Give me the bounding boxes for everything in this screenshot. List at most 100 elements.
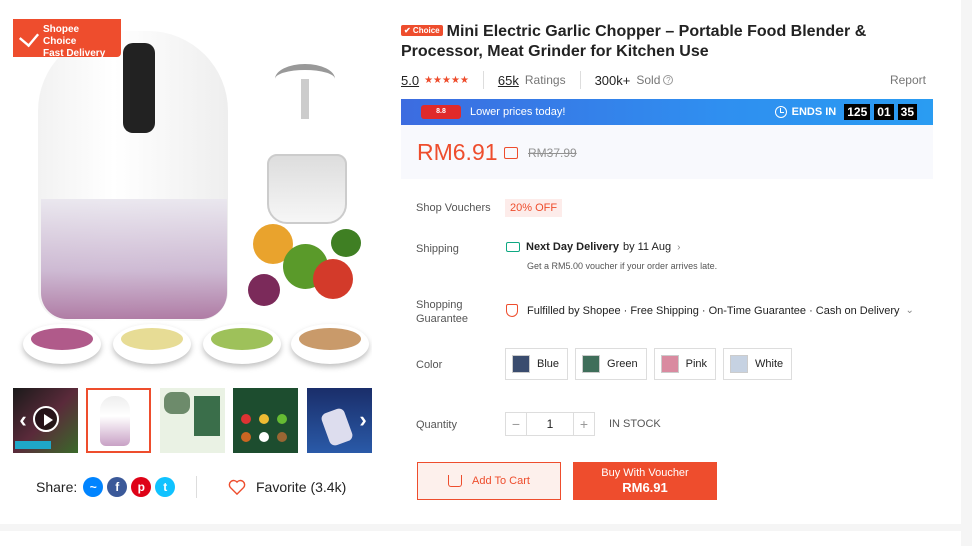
buy-label: Buy With Voucher — [601, 467, 689, 479]
chevron-right-icon: › — [677, 241, 681, 253]
quantity-input[interactable]: 1 — [527, 412, 573, 436]
thumbnail-prev-arrow[interactable]: ‹ — [13, 408, 33, 432]
price-box: RM6.91 RM37.99 — [401, 125, 933, 179]
shipping-sub: Get a RM5.00 voucher if your order arriv… — [527, 261, 718, 271]
flash-sale-text: Lower prices today! — [470, 106, 566, 118]
thumb-dot — [241, 432, 251, 442]
shipping-info[interactable]: Next Day Delivery by 11 Aug › — [506, 241, 680, 253]
thumb-blade-illustration — [319, 406, 355, 448]
share-row: Share: ~ f p t — [36, 475, 176, 499]
voucher-label: Shop Vouchers — [416, 202, 491, 214]
buy-price: RM6.91 — [622, 480, 668, 495]
share-divider — [196, 476, 197, 498]
rating-value[interactable]: 5.0 — [401, 73, 419, 88]
thumb-green-chopper-illustration — [164, 392, 190, 414]
sold-count: 300k+ — [594, 72, 631, 88]
flash-sale-bar: 8.8 Lower prices today! ENDS IN 125 01 3… — [401, 99, 933, 125]
main-product-image[interactable]: Shopee Choice Fast Delivery — [13, 19, 372, 378]
ratings-label: Ratings — [524, 73, 566, 87]
help-icon[interactable]: ? — [663, 75, 674, 85]
thumbnail-image[interactable] — [233, 388, 298, 453]
sold-label: Sold — [636, 73, 661, 87]
swatch-image — [660, 355, 679, 373]
rating-row: 5.0 ★★★★★ 65k Ratings 300k+ Sold ? Repor… — [401, 71, 931, 89]
ends-label: ENDS IN — [791, 106, 837, 118]
guarantee-text: Fulfilled by Shopee · Free Shipping · On… — [527, 304, 900, 317]
chopper-bowl-illustration — [41, 199, 227, 319]
countdown-minutes: 01 — [874, 104, 894, 120]
choice-tag: ✔ Choice — [401, 25, 443, 36]
shield-icon — [506, 304, 518, 317]
thumb-dot — [259, 414, 269, 424]
campaign-logo: 8.8 — [421, 105, 461, 119]
vegetable-illustration — [313, 259, 353, 299]
thumbnail-next-arrow[interactable]: › — [353, 408, 373, 432]
shopee-choice-badge: Shopee Choice Fast Delivery — [13, 19, 121, 59]
countdown-hours: 125 — [844, 104, 871, 120]
thumb-dot — [277, 414, 287, 424]
report-link[interactable]: Report — [890, 73, 926, 87]
product-card: Shopee Choice Fast Delivery ‹ › Share: ~… — [0, 0, 961, 524]
play-icon — [33, 406, 59, 432]
chevron-down-icon: ⌄ — [905, 305, 914, 316]
price-tag-icon — [504, 147, 518, 159]
color-name: Blue — [537, 358, 560, 370]
pinterest-icon[interactable]: p — [131, 477, 152, 497]
color-name: White — [755, 358, 784, 370]
thumbnail-image[interactable] — [160, 388, 225, 453]
increase-button[interactable]: + — [573, 412, 595, 436]
stock-status: IN STOCK — [609, 418, 661, 430]
bowl-illustration — [113, 324, 191, 364]
color-option-white[interactable]: White — [723, 348, 793, 380]
countdown: ENDS IN 125 01 35 — [774, 104, 933, 120]
quantity-label: Quantity — [416, 419, 457, 431]
thumb-dot — [259, 432, 269, 442]
quantity-stepper: − 1 + IN STOCK — [505, 412, 661, 436]
color-options: Blue Green Pink White — [505, 348, 799, 380]
voucher-chip[interactable]: 20% OFF — [505, 199, 563, 217]
facebook-icon[interactable]: f — [107, 477, 128, 497]
cart-icon — [448, 475, 463, 487]
vegetable-illustration — [248, 274, 280, 306]
swatch-image — [512, 355, 530, 373]
color-option-blue[interactable]: Blue — [505, 348, 569, 380]
add-to-cart-button[interactable]: Add To Cart — [417, 462, 561, 500]
product-title-text: Mini Electric Garlic Chopper – Portable … — [401, 23, 867, 60]
favorite-label: Favorite (3.4k) — [256, 479, 347, 495]
guarantee-info[interactable]: Fulfilled by Shopee · Free Shipping · On… — [506, 304, 914, 317]
messenger-icon[interactable]: ~ — [83, 477, 104, 497]
buy-with-voucher-button[interactable]: Buy With Voucher RM6.91 — [573, 462, 717, 500]
decrease-button[interactable]: − — [505, 412, 527, 436]
check-icon — [18, 26, 40, 48]
favorite-button[interactable]: Favorite (3.4k) — [228, 475, 346, 499]
clock-icon — [774, 106, 787, 118]
truck-icon — [506, 242, 520, 252]
next-section-card — [0, 531, 961, 546]
thumb-chopper-illustration — [100, 396, 130, 446]
original-price: RM37.99 — [528, 146, 577, 160]
thumb-dot — [241, 414, 251, 424]
badge-line-2: Fast Delivery — [43, 48, 106, 59]
badge-line-1: Shopee Choice — [43, 24, 80, 47]
small-bowl-illustration — [267, 154, 347, 224]
bowl-illustration — [291, 324, 369, 364]
shipping-date: by 11 Aug — [622, 241, 672, 253]
color-option-pink[interactable]: Pink — [653, 348, 717, 380]
shipping-label: Shipping — [416, 243, 459, 255]
chopper-display-illustration — [123, 43, 155, 133]
color-label: Color — [416, 359, 443, 371]
twitter-icon[interactable]: t — [155, 477, 176, 497]
star-rating-icons: ★★★★★ — [424, 74, 469, 86]
thumbnail-image[interactable] — [86, 388, 151, 453]
ratings-count[interactable]: 65k — [498, 73, 519, 88]
blade-top-illustration — [275, 64, 335, 94]
divider — [579, 71, 581, 89]
guarantee-label-line2: Guarantee — [416, 313, 468, 325]
swatch-image — [582, 355, 601, 373]
thumb-dot — [277, 432, 287, 442]
thumb-text-block — [194, 396, 220, 436]
bowl-illustration — [203, 324, 281, 364]
color-option-green[interactable]: Green — [575, 348, 647, 380]
guarantee-label: Shopping Guarantee — [416, 298, 468, 326]
swatch-image — [730, 355, 749, 373]
